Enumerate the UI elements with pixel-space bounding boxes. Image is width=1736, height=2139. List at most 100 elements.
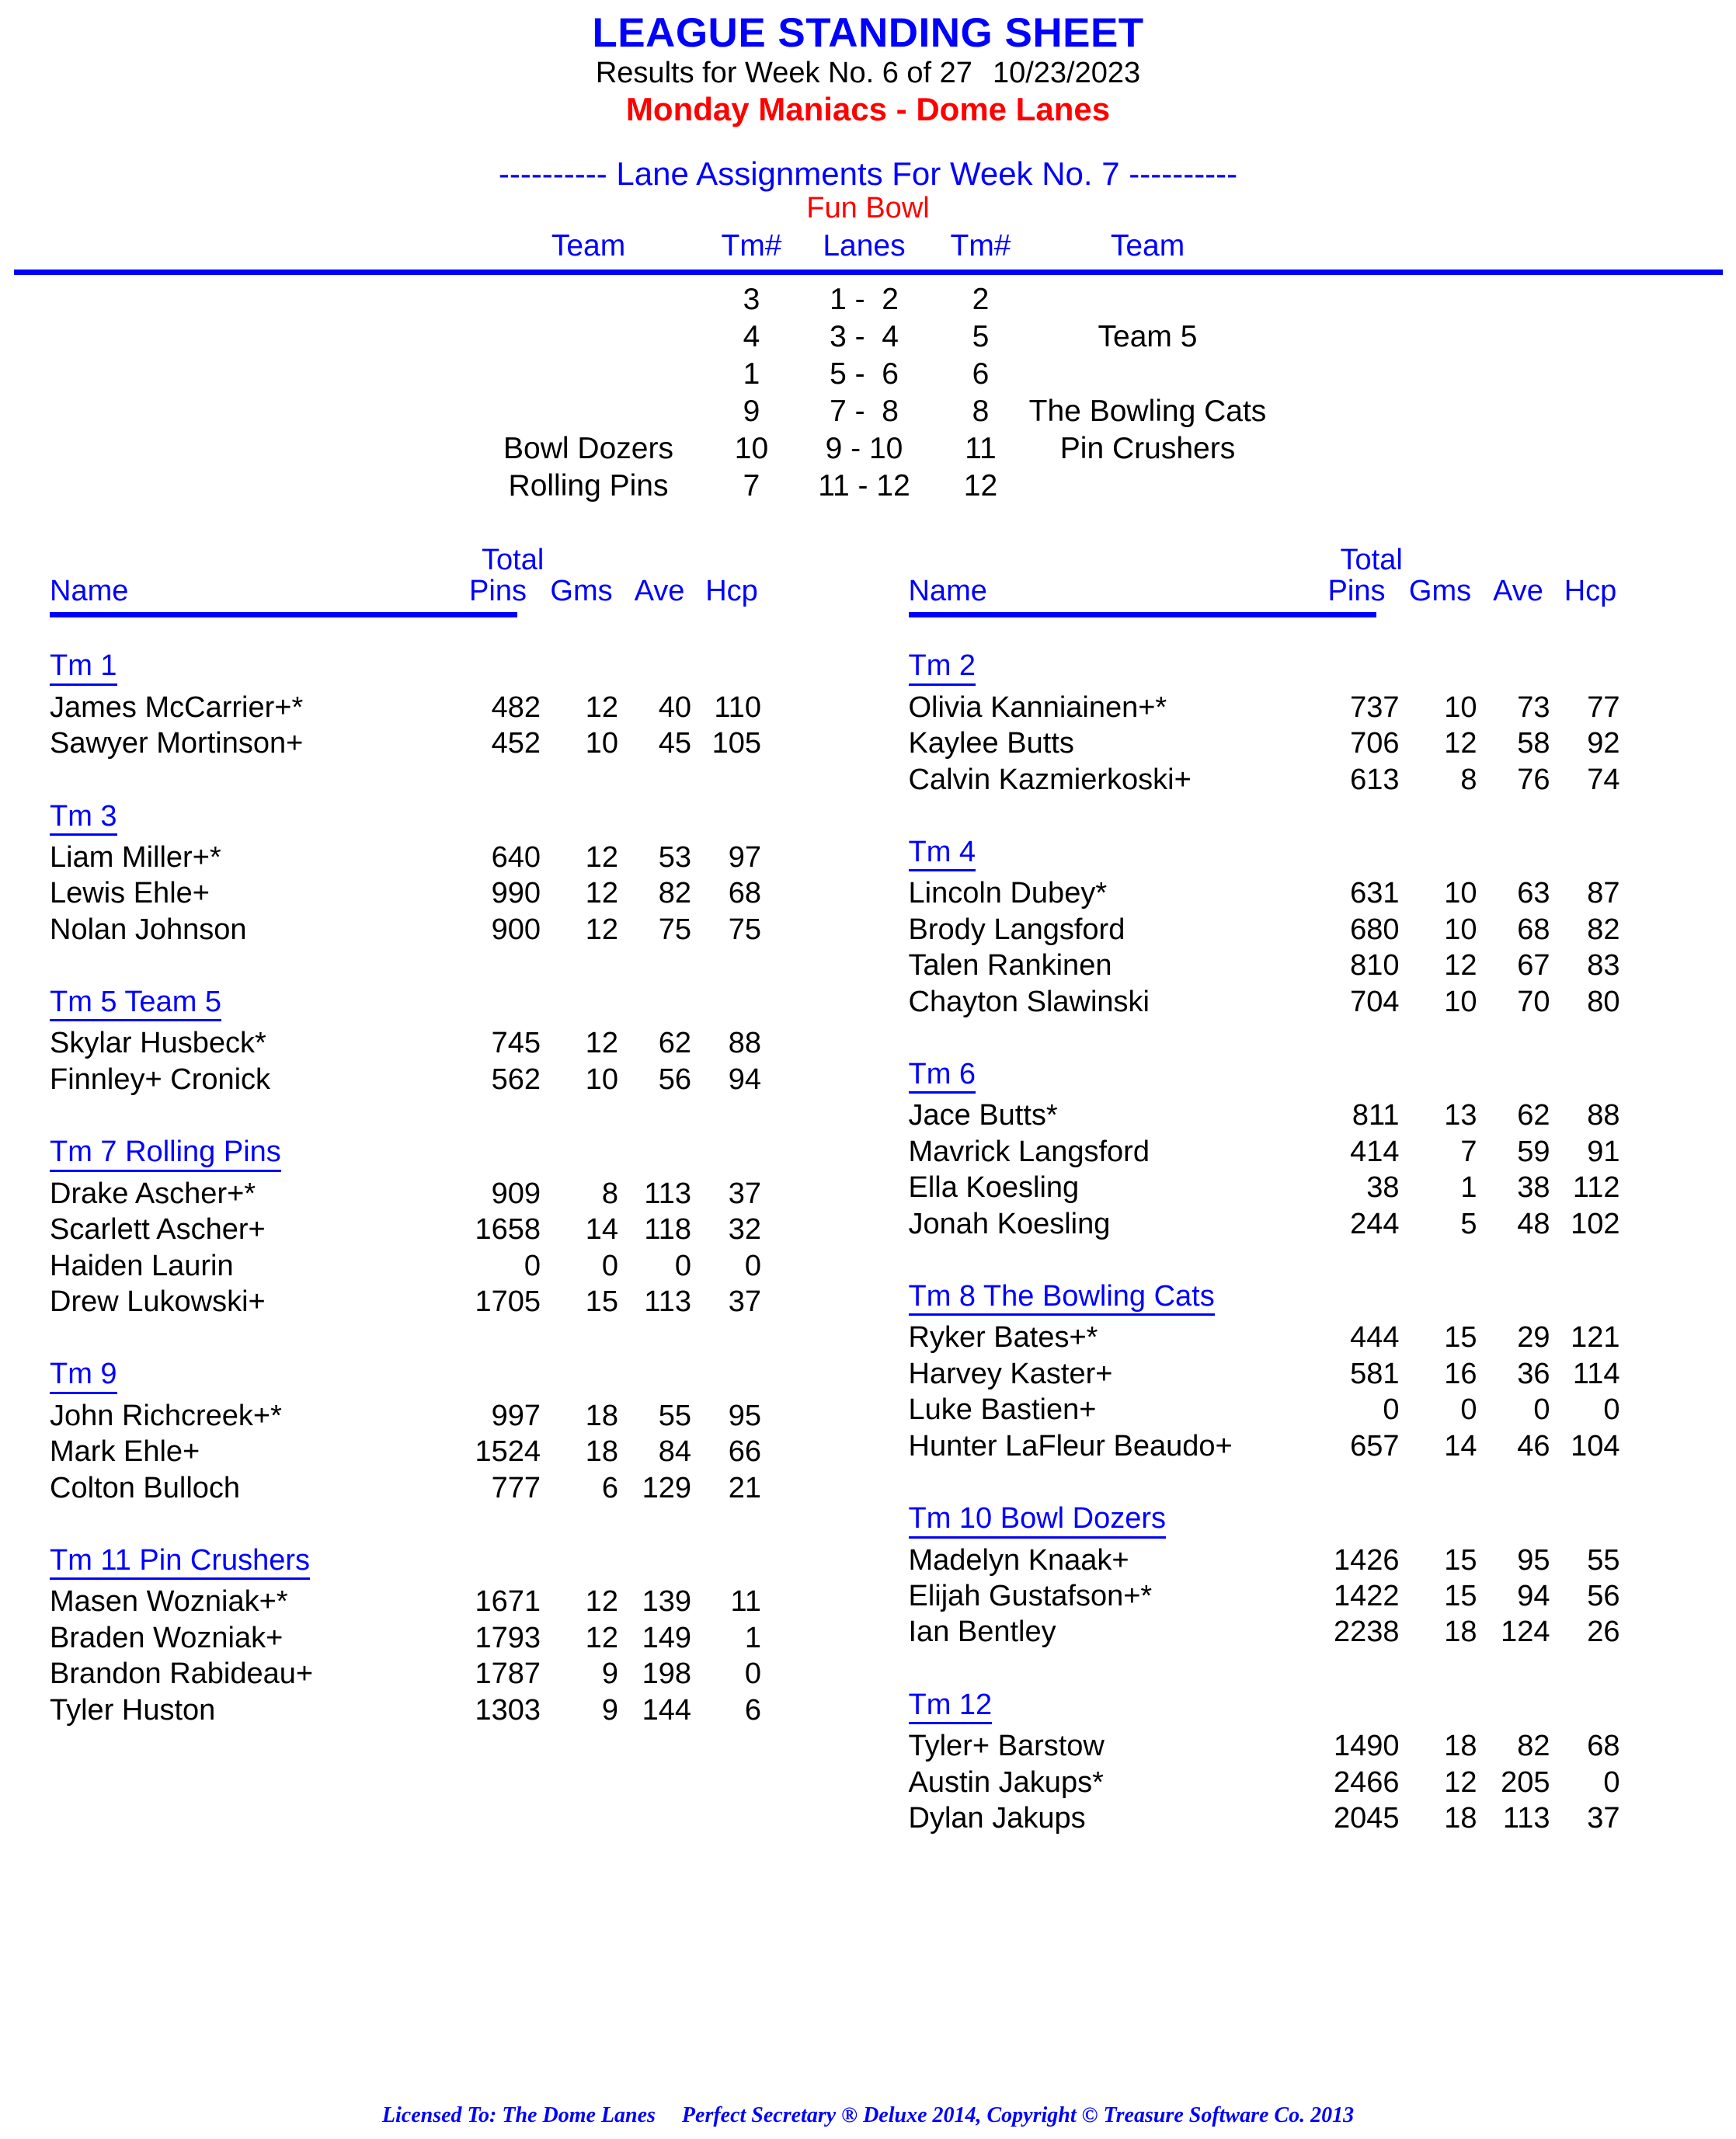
roster-pins-label-left: Pins	[469, 575, 527, 608]
lane-row-lanes: 5 - 6	[830, 357, 899, 391]
player-total-pins: 900	[491, 913, 541, 946]
player-name: Talen Rankinen	[908, 949, 1112, 983]
player-total-pins: 444	[1350, 1321, 1400, 1355]
player-average: 198	[642, 1657, 691, 1691]
player-total-pins: 631	[1350, 877, 1400, 910]
team-name-link[interactable]: Tm 2	[908, 650, 976, 686]
team-block: Tm 4 Lincoln Dubey* 631 10 63 87 Brody Langsfo…	[879, 836, 1717, 1020]
player-games: 12	[585, 1027, 618, 1060]
player-average: 62	[1517, 1099, 1550, 1132]
player-games: 9	[601, 1657, 618, 1691]
player-total-pins: 1490	[1333, 1730, 1400, 1763]
team-players-table: Masen Wozniak+* 1671 12 139 11 Braden Wozniak…	[50, 1584, 761, 1728]
player-handicap: 68	[1587, 1730, 1620, 1763]
player-name: Olivia Kanniainen+*	[908, 690, 1167, 724]
player-handicap: 0	[744, 1657, 761, 1691]
player-games: 10	[585, 727, 618, 760]
league-name: Monday Maniacs - Dome Lanes	[625, 90, 1111, 127]
player-total-pins: 1303	[475, 1693, 541, 1727]
player-row: Lewis Ehle+ 990 12 82 68	[50, 875, 761, 911]
team-name-link[interactable]: Tm 4	[908, 836, 976, 872]
player-games: 18	[585, 1435, 618, 1469]
lane-assignment-row: 4 3 - 4 5 Team 5	[461, 318, 1276, 356]
player-total-pins: 482	[491, 690, 541, 724]
roster-ave-label-left: Ave	[634, 575, 685, 608]
player-handicap: 121	[1571, 1321, 1620, 1355]
player-total-pins: 1671	[475, 1585, 541, 1619]
player-name: James McCarrier+*	[50, 690, 304, 724]
roster-total-label-right: Total	[1340, 544, 1403, 577]
player-games: 1	[1460, 1171, 1477, 1205]
player-average: 84	[658, 1435, 691, 1469]
player-row: Mavrick Langsford 414 7 59 91	[909, 1134, 1620, 1170]
player-total-pins: 811	[1352, 1099, 1400, 1132]
team-name-link[interactable]: Tm 3	[50, 800, 117, 836]
team-name-link[interactable]: Tm 1	[50, 650, 117, 686]
team-name-link[interactable]: Tm 5 Team 5	[50, 986, 222, 1022]
player-total-pins: 1705	[475, 1285, 541, 1318]
player-games: 12	[585, 840, 618, 874]
player-games: 6	[601, 1471, 618, 1504]
team-block: Tm 10 Bowl Dozers Madelyn Knaak+ 1426 15 95 5…	[879, 1503, 1717, 1650]
team-name-link[interactable]: Tm 11 Pin Crushers	[50, 1545, 311, 1581]
player-handicap: 11	[730, 1585, 761, 1619]
player-name: Ian Bentley	[908, 1616, 1056, 1649]
player-handicap: 56	[1587, 1579, 1620, 1612]
player-games: 10	[1444, 877, 1477, 910]
team-name-link[interactable]: Tm 8 The Bowling Cats	[908, 1281, 1215, 1316]
player-name: Lewis Ehle+	[50, 877, 210, 910]
player-row: Ella Koesling 38 1 38 112	[909, 1170, 1620, 1205]
player-name: Harvey Kaster+	[908, 1357, 1113, 1390]
player-handicap: 68	[728, 877, 761, 910]
player-row: Kaylee Butts 706 12 58 92	[909, 725, 1620, 761]
player-average: 45	[658, 727, 691, 760]
player-average: 0	[674, 1249, 691, 1282]
player-average: 95	[1517, 1543, 1550, 1577]
lane-table-divider	[13, 270, 1723, 276]
lane-row-team-left	[461, 281, 717, 318]
player-total-pins: 244	[1350, 1207, 1400, 1240]
player-games: 8	[601, 1177, 618, 1210]
lane-row-tm-right: 8	[972, 395, 990, 429]
player-row: Braden Wozniak+ 1793 12 149 1	[50, 1620, 761, 1656]
player-name: Mavrick Langsford	[908, 1135, 1150, 1168]
player-games: 12	[585, 1585, 618, 1619]
lane-assignment-row: 3 1 - 2 2	[461, 281, 1276, 318]
player-name: Dylan Jakups	[908, 1802, 1086, 1835]
team-name-link[interactable]: Tm 7 Rolling Pins	[50, 1136, 281, 1172]
player-total-pins: 2045	[1333, 1802, 1400, 1835]
player-average: 113	[644, 1285, 691, 1318]
player-handicap: 1	[744, 1621, 761, 1654]
player-average: 68	[1517, 913, 1550, 946]
player-handicap: 102	[1571, 1207, 1620, 1240]
player-games: 18	[585, 1399, 618, 1432]
player-row: Calvin Kazmierkoski+ 613 8 76 74	[909, 762, 1620, 798]
player-handicap: 80	[1587, 985, 1620, 1018]
player-row: Olivia Kanniainen+* 737 10 73 77	[909, 690, 1620, 725]
page-footer: Licensed To: The Dome Lanes Perfect Secre…	[0, 2103, 1736, 2128]
player-total-pins: 706	[1350, 727, 1400, 760]
lane-assignments-table: Team Tm# Lanes Tm# Team	[461, 229, 1276, 268]
team-name-link[interactable]: Tm 9	[50, 1358, 117, 1394]
team-name-link[interactable]: Tm 12	[908, 1689, 993, 1725]
roster-gms-label-left: Gms	[550, 575, 613, 608]
player-average: 53	[658, 840, 691, 874]
team-name-link[interactable]: Tm 10 Bowl Dozers	[908, 1503, 1167, 1539]
footer-license: Licensed To: The Dome Lanes	[381, 2103, 656, 2127]
player-handicap: 87	[1587, 877, 1620, 910]
player-row: Finnley+ Cronick 562 10 56 94	[50, 1062, 761, 1097]
player-games: 14	[585, 1213, 618, 1247]
team-name-link[interactable]: Tm 6	[908, 1059, 976, 1094]
lane-col-team-left: Team	[551, 229, 626, 263]
player-games: 12	[1444, 949, 1477, 983]
player-name: Elijah Gustafson+*	[908, 1579, 1153, 1612]
team-players-table: Skylar Husbeck* 745 12 62 88 Finnley+ Cronick…	[50, 1025, 761, 1097]
player-total-pins: 414	[1350, 1135, 1400, 1168]
player-name: Skylar Husbeck*	[50, 1027, 266, 1060]
player-average: 46	[1517, 1429, 1550, 1463]
player-average: 113	[1502, 1802, 1550, 1835]
player-total-pins: 1426	[1333, 1543, 1400, 1577]
lane-row-team-left	[461, 393, 717, 430]
player-games: 10	[1444, 913, 1477, 946]
player-games: 12	[585, 1621, 618, 1654]
